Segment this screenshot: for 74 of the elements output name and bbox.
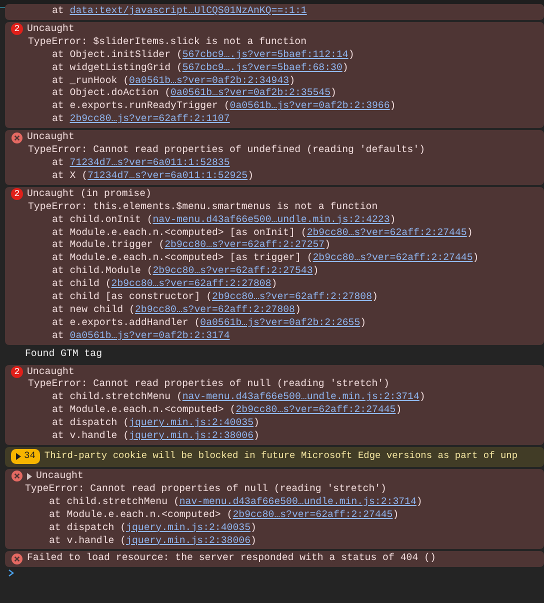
- stack-frame: at dispatch (jquery.min.js:2:40035): [5, 522, 544, 535]
- error-count-badge: 2: [11, 366, 23, 378]
- error-text: TypeError: this.elements.$menu.smartmenus is not a function: [27, 200, 379, 214]
- source-link[interactable]: jquery.min.js:2:40035: [126, 522, 250, 533]
- error-text: TypeError: $sliderItems.slick is not a function: [27, 36, 308, 49]
- stack-frame: at Module.e.each.n.<computed> [as trigger] (2b9cc80…s?ver=62aff:2:27445): [5, 252, 544, 266]
- source-link[interactable]: nav-menu.d43af66e500…undle.min.js:2:4223: [152, 214, 390, 225]
- source-link[interactable]: 2b9cc80…s?ver=62aff:2:27808: [134, 304, 295, 315]
- source-link[interactable]: 0a0561b…js?ver=0af2b:2:3966: [230, 100, 390, 112]
- source-link[interactable]: 567cbc9….js?ver=5baef:68:30: [182, 62, 342, 73]
- source-link[interactable]: jquery.min.js:2:40035: [129, 417, 254, 428]
- message-text: Third-party cookie will be blocked in future Microsoft Edge versions as part of unp: [44, 450, 518, 463]
- stack-frame: at Module.e.each.n.<computed> [as onInit] (2b9cc80…s?ver=62aff:2:27445): [5, 226, 544, 240]
- stack-frame: at data:text/javascript…UlCQS01NzAnKQ==:1:1: [5, 5, 544, 18]
- source-link[interactable]: jquery.min.js:2:38006: [126, 534, 250, 546]
- expand-triangle-icon: [16, 453, 21, 460]
- stack-frame: at child.Module (2b9cc80…s?ver=62aff:2:27543): [5, 265, 544, 278]
- stack-frame: at child [as constructor] (2b9cc80…s?ver=62aff:2:27808): [5, 291, 544, 304]
- message-text: Uncaught: [27, 131, 74, 144]
- source-link[interactable]: nav-menu.d43af66e500…undle.min.js:2:3714: [179, 496, 416, 507]
- message-text: Uncaught: [36, 470, 84, 483]
- stack-frame: at Module.e.each.n.<computed> (2b9cc80…s?ver=62aff:2:27445): [5, 508, 544, 522]
- source-link[interactable]: jquery.min.js:2:38006: [129, 430, 254, 442]
- stack-frame: at v.handle (jquery.min.js:2:38006): [5, 430, 544, 443]
- source-link[interactable]: 0a0561b…js?ver=0af2b:2:2655: [200, 316, 360, 328]
- error-text: TypeError: Cannot read properties of null (reading 'stretch'): [27, 378, 390, 392]
- source-link[interactable]: data:text/javascript…UlCQS01NzAnKQ==:1:1: [70, 5, 307, 16]
- stack-frame: at Object.initSlider (567cbc9….js?ver=5baef:112:14): [5, 48, 544, 62]
- warning-count-badge[interactable]: 34: [11, 449, 40, 464]
- stack-frame: at child.stretchMenu (nav-menu.d43af66e500…undle.min.js:2:3714): [5, 496, 544, 509]
- message-text: Uncaught (in promise): [27, 188, 152, 201]
- error-count-badge: 2: [11, 23, 23, 36]
- error-text: TypeError: Cannot read properties of null (reading 'stretch'): [24, 482, 388, 496]
- source-link[interactable]: 2b9cc80…s?ver=62aff:2:27445: [306, 226, 467, 238]
- stack-frame: at 0a0561b…js?ver=0af2b:2:3174: [5, 330, 544, 343]
- stack-frame: at new child (2b9cc80…s?ver=62aff:2:27808): [5, 304, 544, 317]
- message-text: Uncaught: [27, 366, 74, 378]
- expand-triangle-icon[interactable]: [27, 472, 32, 480]
- source-link[interactable]: 0a0561b…s?ver=0af2b:2:35545: [170, 87, 331, 98]
- source-link[interactable]: 2b9cc80…s?ver=62aff:2:27445: [312, 252, 473, 264]
- stack-frame: at v.handle (jquery.min.js:2:38006): [5, 534, 544, 548]
- stack-frame: at child.onInit (nav-menu.d43af66e500…undle.min.js:2:4223): [5, 214, 544, 226]
- message-text: Found GTM tag: [25, 348, 102, 361]
- source-link[interactable]: nav-menu.d43af66e500…undle.min.js:2:3714: [182, 391, 420, 402]
- source-link[interactable]: 2b9cc80…s?ver=62aff:2:27257: [164, 239, 325, 250]
- source-link[interactable]: 2b9cc80…s?ver=62aff:2:27445: [232, 508, 393, 520]
- message-text: Failed to load resource: the server responded with a status of 404 (): [27, 552, 436, 566]
- stack-frame: at dispatch (jquery.min.js:2:40035): [5, 417, 544, 430]
- source-link[interactable]: 71234d7…s?ver=6a011:1:52835: [70, 156, 230, 168]
- source-link[interactable]: 0a0561b…s?ver=0af2b:2:34943: [129, 74, 290, 86]
- stack-frame: at _runHook (0a0561b…s?ver=0af2b:2:34943): [5, 74, 544, 88]
- source-link[interactable]: 2b9cc80…js?ver=62aff:2:1107: [70, 113, 230, 124]
- prompt-chevron-icon: [8, 568, 14, 577]
- source-link[interactable]: 567cbc9….js?ver=5baef:112:14: [182, 48, 348, 60]
- stack-frame: at 2b9cc80…js?ver=62aff:2:1107: [5, 113, 544, 126]
- stack-frame: at e.exports.addHandler (0a0561b…js?ver=0af2b:2:2655): [5, 316, 544, 330]
- source-link[interactable]: 2b9cc80…s?ver=62aff:2:27808: [111, 278, 272, 290]
- stack-frame: at Module.trigger (2b9cc80…s?ver=62aff:2:27257): [5, 239, 544, 252]
- source-link[interactable]: 71234d7…s?ver=6a011:1:52925: [88, 170, 248, 181]
- source-link[interactable]: 2b9cc80…s?ver=62aff:2:27808: [212, 291, 372, 302]
- stack-frame: at widgetListingGrid (567cbc9….js?ver=5baef:68:30): [5, 62, 544, 75]
- stack-frame: at Object.doAction (0a0561b…s?ver=0af2b:2:35545): [5, 87, 544, 100]
- stack-frame: at e.exports.runReadyTrigger (0a0561b…js?ver=0af2b:2:3966): [5, 100, 544, 114]
- source-link[interactable]: 2b9cc80…s?ver=62aff:2:27543: [152, 265, 313, 276]
- stack-frame: at child (2b9cc80…s?ver=62aff:2:27808): [5, 278, 544, 292]
- message-text: Uncaught: [27, 22, 74, 36]
- stack-frame: at child.stretchMenu (nav-menu.d43af66e500…undle.min.js:2:3714): [5, 391, 544, 404]
- stack-frame: at Module.e.each.n.<computed> (2b9cc80…s?ver=62aff:2:27445): [5, 404, 544, 418]
- error-count-badge: 2: [11, 188, 23, 200]
- error-text: TypeError: Cannot read properties of undefined (reading 'defaults'): [27, 144, 426, 157]
- stack-frame: at 71234d7…s?ver=6a011:1:52835: [5, 156, 544, 170]
- source-link[interactable]: 0a0561b…js?ver=0af2b:2:3174: [70, 330, 230, 341]
- stack-frame: at X (71234d7…s?ver=6a011:1:52925): [5, 170, 544, 183]
- source-link[interactable]: 2b9cc80…s?ver=62aff:2:27445: [236, 404, 396, 416]
